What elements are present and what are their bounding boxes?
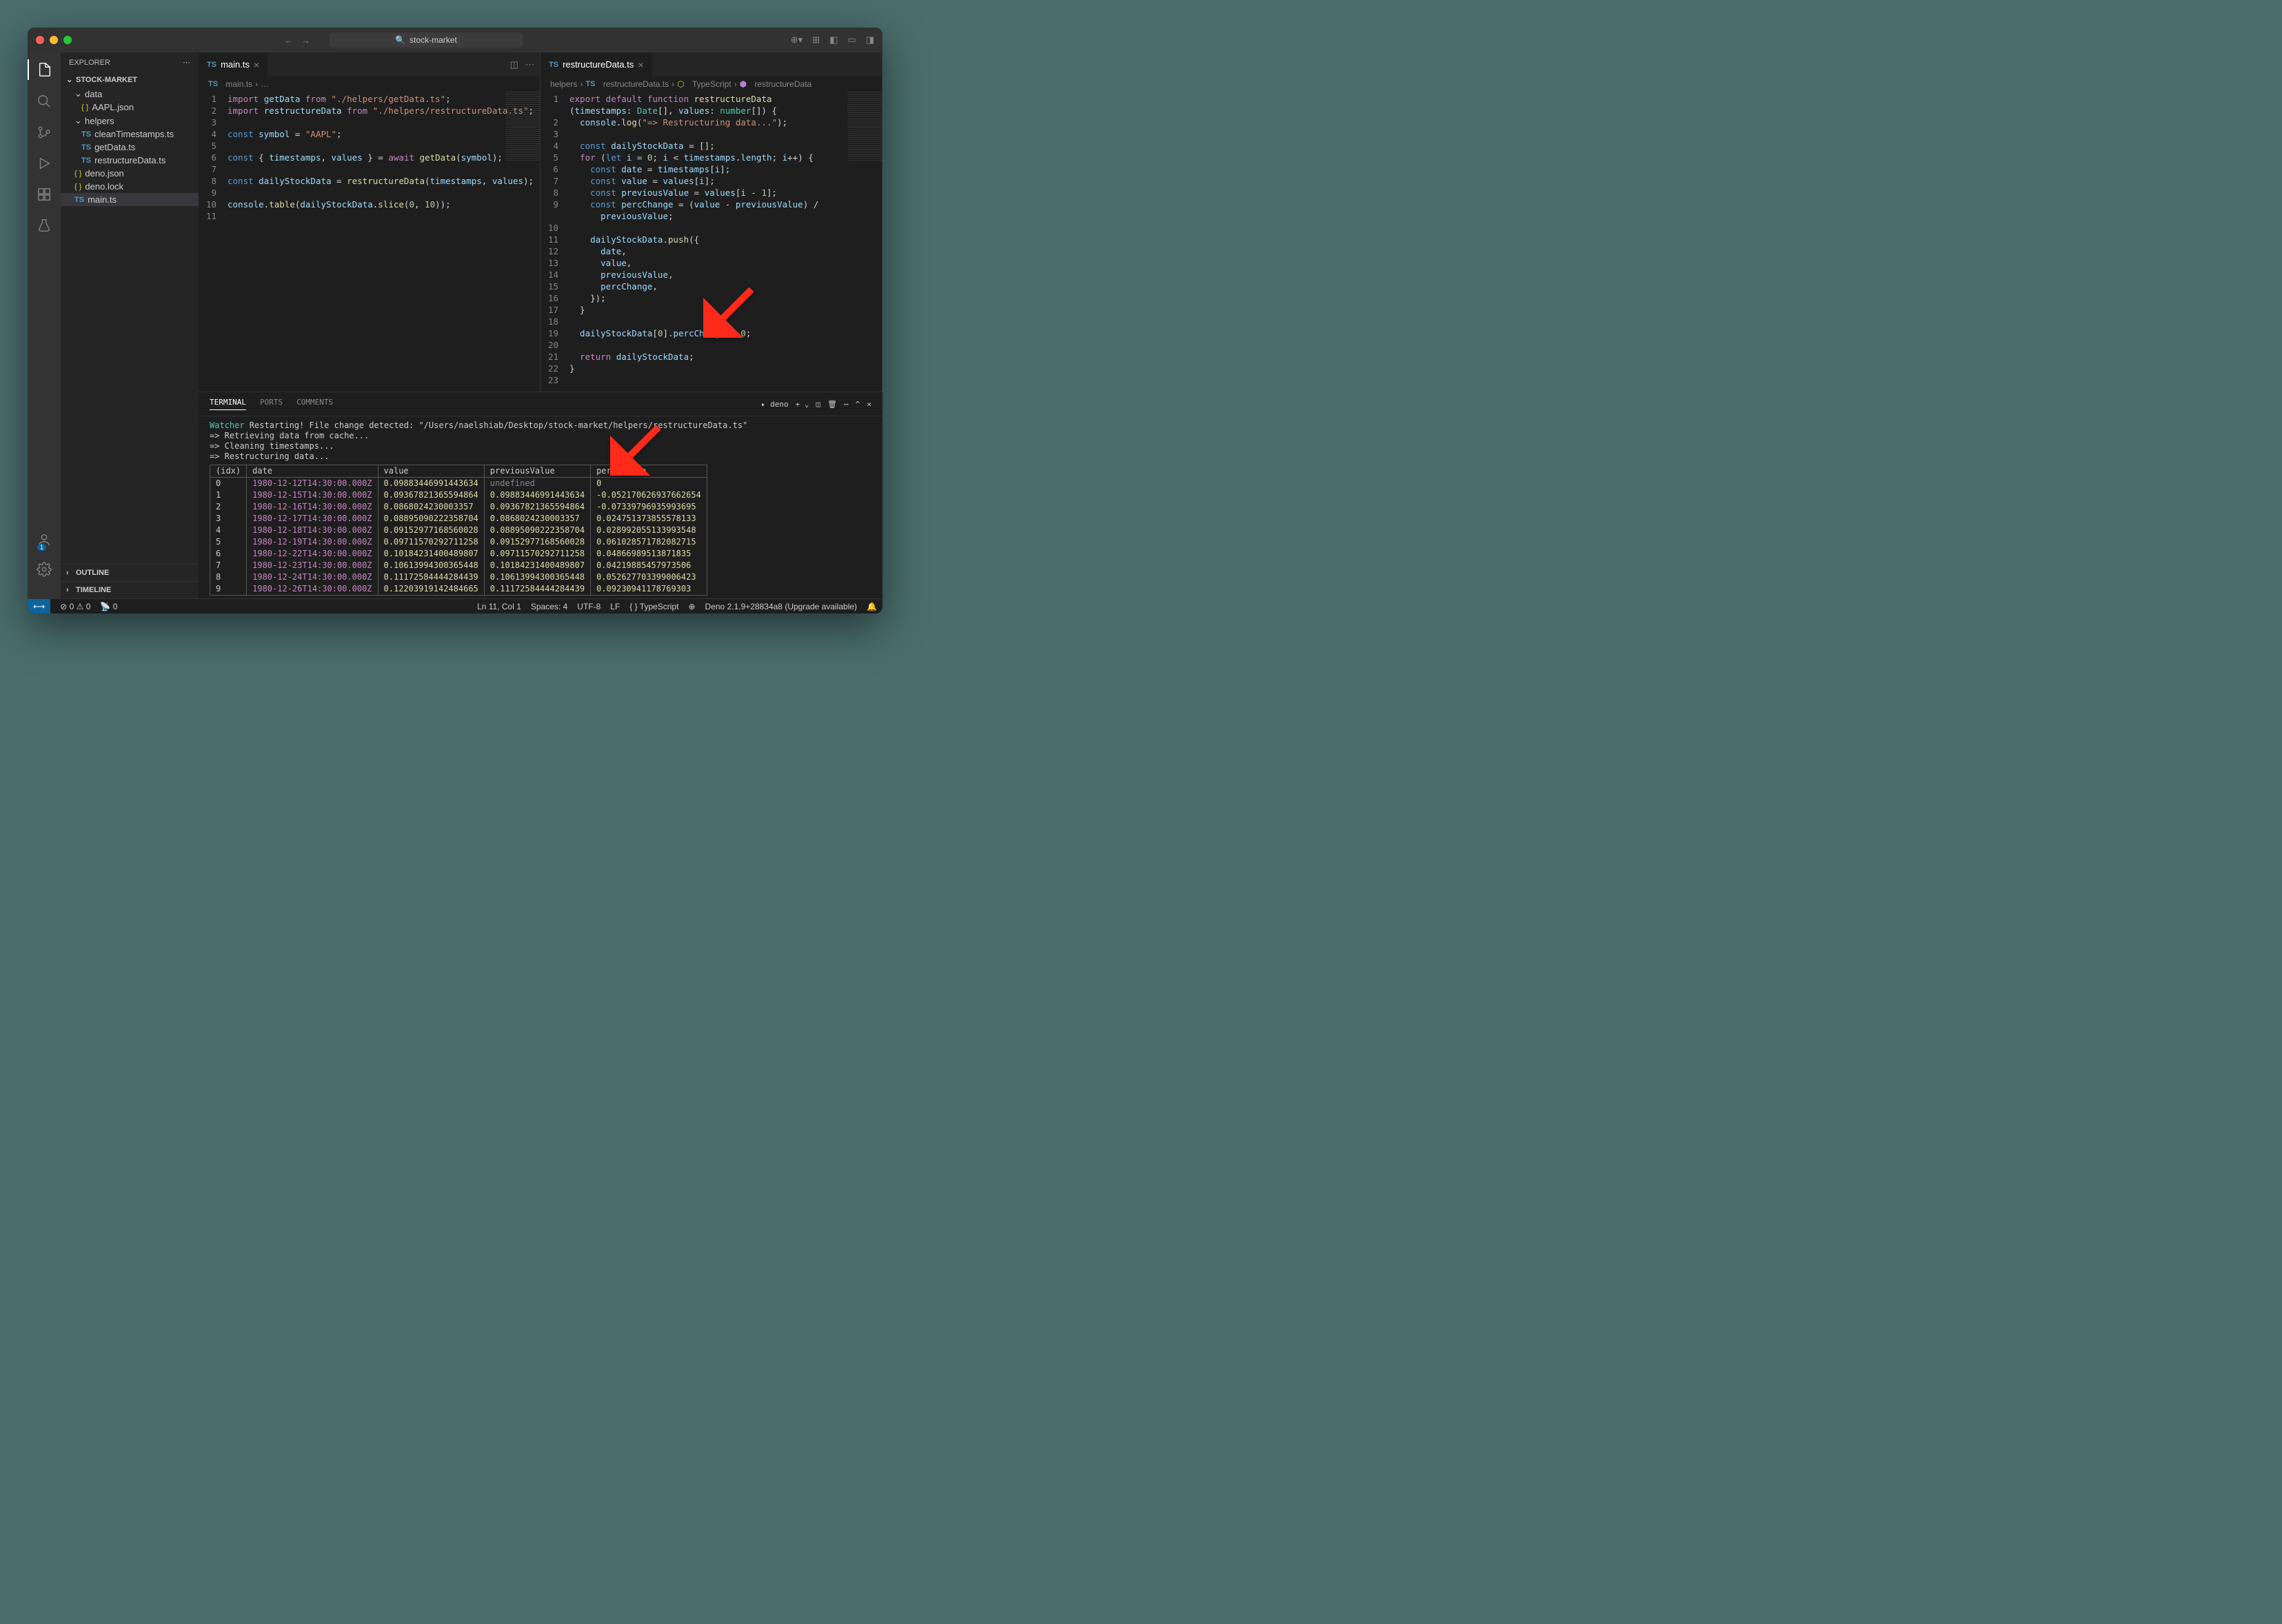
close-icon[interactable]: × bbox=[638, 59, 643, 70]
tree-item-data[interactable]: ⌄data bbox=[61, 87, 199, 101]
settings-gear-icon[interactable] bbox=[37, 562, 52, 579]
maximize-window[interactable] bbox=[63, 36, 72, 44]
editor-right: TS restructureData.ts × helpers › TS res… bbox=[541, 52, 882, 392]
shell-name[interactable]: ▸ deno bbox=[761, 400, 789, 409]
close-icon[interactable]: × bbox=[254, 59, 259, 70]
project-header[interactable]: ⌄STOCK-MARKET bbox=[61, 72, 199, 87]
more-terminal-icon[interactable]: ⋯ bbox=[844, 400, 849, 409]
minimap[interactable] bbox=[847, 92, 882, 161]
panel-tabs: TERMINAL PORTS COMMENTS ▸ deno + ⌄ ◫ 🗑 ⋯… bbox=[199, 392, 882, 416]
command-center[interactable]: 🔍 stock-market bbox=[330, 32, 523, 48]
explorer-icon[interactable] bbox=[28, 59, 61, 80]
maximize-panel-icon[interactable]: ^ bbox=[856, 400, 860, 409]
timeline-section[interactable]: ›TIMELINE bbox=[61, 581, 199, 598]
tab-terminal[interactable]: TERMINAL bbox=[210, 398, 246, 410]
minimap[interactable] bbox=[505, 92, 540, 161]
new-terminal-icon[interactable]: + ⌄ bbox=[796, 400, 809, 409]
nav-back-icon[interactable]: ← bbox=[284, 35, 293, 45]
more-icon[interactable]: ⋯ bbox=[183, 58, 190, 67]
tab-restructure-ts[interactable]: TS restructureData.ts × bbox=[541, 52, 653, 77]
window-controls bbox=[36, 36, 72, 44]
close-panel-icon[interactable]: × bbox=[867, 400, 871, 409]
toggle-secondary-icon[interactable]: ◨ bbox=[866, 34, 874, 45]
tree-item-deno-lock[interactable]: { }deno.lock bbox=[61, 180, 199, 193]
encoding[interactable]: UTF-8 bbox=[577, 602, 600, 611]
toggle-panel-icon[interactable]: ▭ bbox=[847, 34, 856, 45]
search-text: stock-market bbox=[410, 35, 457, 45]
code-area-left[interactable]: 1import getData from "./helpers/getData.… bbox=[199, 92, 540, 392]
tabs-right: TS restructureData.ts × bbox=[541, 52, 882, 77]
minimize-window[interactable] bbox=[50, 36, 58, 44]
eol[interactable]: LF bbox=[610, 602, 620, 611]
titlebar: ← → 🔍 stock-market ⊕▾ ⊞ ◧ ▭ ◨ bbox=[28, 28, 882, 52]
ts-icon: TS bbox=[207, 61, 216, 69]
file-tree: ⌄data{ }AAPL.json⌄helpersTScleanTimestam… bbox=[61, 87, 199, 206]
copilot-status-icon[interactable]: ⊕ bbox=[688, 602, 695, 611]
tab-comments[interactable]: COMMENTS bbox=[296, 398, 333, 410]
close-window[interactable] bbox=[36, 36, 44, 44]
nav-arrows: ← → bbox=[284, 35, 310, 45]
kill-terminal-icon[interactable]: 🗑 bbox=[827, 400, 837, 409]
tree-item-deno-json[interactable]: { }deno.json bbox=[61, 167, 199, 180]
terminal-output[interactable]: Watcher Restarting! File change detected… bbox=[199, 416, 882, 598]
editor-left: TS main.ts × ◫ ⋯ TS main.ts › … 1import … bbox=[199, 52, 541, 392]
code-area-right[interactable]: 1export default function restructureData… bbox=[541, 92, 882, 392]
tree-item-helpers[interactable]: ⌄helpers bbox=[61, 114, 199, 128]
more-actions-icon[interactable]: ⋯ bbox=[525, 59, 534, 70]
tab-ports[interactable]: PORTS bbox=[260, 398, 283, 410]
layout-customize-icon[interactable]: ⊞ bbox=[812, 34, 820, 45]
sidebar: EXPLORER ⋯ ⌄STOCK-MARKET ⌄data{ }AAPL.js… bbox=[61, 52, 199, 598]
breadcrumb-left[interactable]: TS main.ts › … bbox=[199, 77, 540, 92]
panel: TERMINAL PORTS COMMENTS ▸ deno + ⌄ ◫ 🗑 ⋯… bbox=[199, 392, 882, 598]
split-editor-icon[interactable]: ◫ bbox=[510, 59, 518, 70]
remote-indicator[interactable]: ⟷ bbox=[28, 599, 50, 613]
cursor-position[interactable]: Ln 11, Col 1 bbox=[477, 602, 521, 611]
console-table: (idx)datevaluepreviousValuepercChange019… bbox=[210, 465, 707, 596]
ports-status[interactable]: 📡 0 bbox=[100, 602, 117, 611]
tree-item-main-ts[interactable]: TSmain.ts bbox=[61, 193, 199, 206]
search-activity-icon[interactable] bbox=[37, 94, 52, 111]
outline-section[interactable]: ›OUTLINE bbox=[61, 564, 199, 581]
accounts-icon[interactable]: 1 bbox=[37, 532, 52, 549]
search-icon: 🔍 bbox=[395, 35, 405, 45]
indentation[interactable]: Spaces: 4 bbox=[531, 602, 567, 611]
tabs-left: TS main.ts × ◫ ⋯ bbox=[199, 52, 540, 77]
source-control-icon[interactable] bbox=[37, 125, 52, 142]
explorer-title: EXPLORER bbox=[69, 59, 110, 67]
notifications-icon[interactable]: 🔔 bbox=[867, 602, 877, 611]
problems[interactable]: ⊘ 0 ⚠ 0 bbox=[60, 602, 90, 611]
language-mode[interactable]: { } TypeScript bbox=[629, 602, 678, 611]
extensions-icon[interactable] bbox=[37, 187, 52, 204]
breadcrumb-right[interactable]: helpers › TS restructureData.ts › ⬡ Type… bbox=[541, 77, 882, 92]
copilot-icon[interactable]: ⊕▾ bbox=[791, 34, 802, 45]
testing-icon[interactable] bbox=[37, 218, 52, 235]
ts-icon: TS bbox=[549, 61, 558, 69]
tree-item-restructureData-ts[interactable]: TSrestructureData.ts bbox=[61, 154, 199, 167]
tree-item-getData-ts[interactable]: TSgetData.ts bbox=[61, 141, 199, 154]
vscode-window: ← → 🔍 stock-market ⊕▾ ⊞ ◧ ▭ ◨ 1 bbox=[28, 28, 882, 613]
tab-main-ts[interactable]: TS main.ts × bbox=[199, 52, 268, 77]
tree-item-AAPL-json[interactable]: { }AAPL.json bbox=[61, 101, 199, 114]
statusbar: ⟷ ⊘ 0 ⚠ 0 📡 0 Ln 11, Col 1 Spaces: 4 UTF… bbox=[28, 598, 882, 613]
deno-version[interactable]: Deno 2.1.9+28834a8 (Upgrade available) bbox=[705, 602, 858, 611]
run-debug-icon[interactable] bbox=[37, 156, 52, 173]
activity-bar bbox=[28, 52, 61, 598]
toggle-sidebar-icon[interactable]: ◧ bbox=[829, 34, 838, 45]
split-terminal-icon[interactable]: ◫ bbox=[816, 400, 821, 409]
tree-item-cleanTimestamps-ts[interactable]: TScleanTimestamps.ts bbox=[61, 128, 199, 141]
nav-forward-icon[interactable]: → bbox=[301, 35, 310, 45]
